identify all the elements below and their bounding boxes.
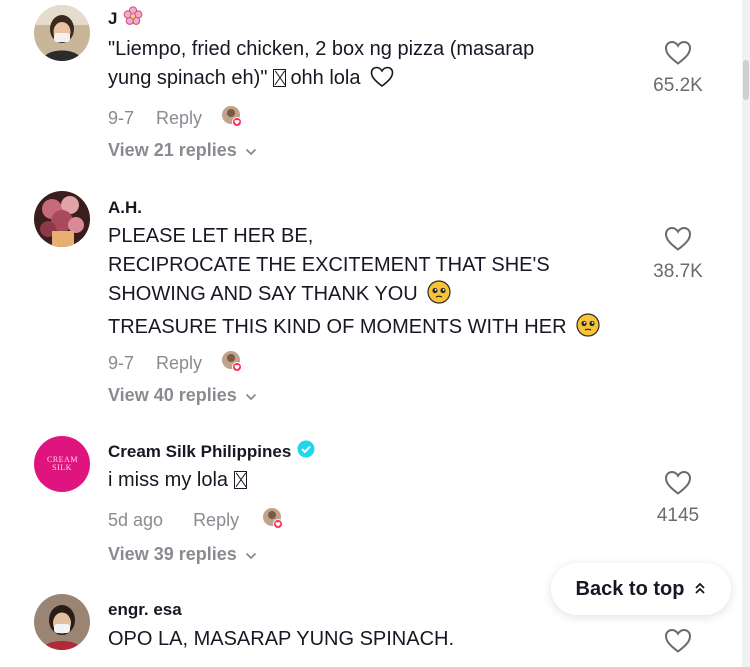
creator-liked-icon bbox=[220, 349, 244, 378]
back-to-top-label[interactable]: Back to top bbox=[576, 578, 685, 601]
like-control[interactable] bbox=[633, 628, 723, 659]
creator-liked-icon bbox=[220, 104, 244, 133]
comment-text: "Liempo, fried chicken, 2 box ng pizza (… bbox=[108, 35, 534, 97]
like-control[interactable]: 65.2K bbox=[633, 40, 723, 97]
scrollbar[interactable] bbox=[742, 0, 750, 667]
like-count: 65.2K bbox=[653, 75, 703, 96]
comment-text: OPO LA, MASARAP YUNG SPINACH. bbox=[108, 628, 455, 650]
pleading-face-icon bbox=[427, 280, 451, 313]
creator-liked-icon bbox=[261, 506, 285, 535]
avatar[interactable] bbox=[34, 5, 90, 61]
heart-outline-icon bbox=[370, 66, 394, 97]
heart-icon[interactable] bbox=[664, 226, 692, 256]
scrollbar-thumb[interactable] bbox=[743, 60, 749, 100]
avatar[interactable] bbox=[34, 594, 90, 650]
missing-glyph-icon bbox=[234, 471, 248, 489]
heart-icon[interactable] bbox=[664, 470, 692, 500]
username[interactable]: engr. esa bbox=[108, 600, 182, 620]
pleading-face-icon bbox=[576, 313, 600, 346]
back-to-top-button[interactable]: Back to top bbox=[551, 563, 731, 615]
chevron-down-icon bbox=[245, 140, 257, 161]
like-count: 38.7K bbox=[653, 261, 703, 282]
reply-button[interactable]: Reply bbox=[156, 108, 202, 129]
comment-date: 9-7 bbox=[108, 108, 135, 128]
comment-meta: 5d ago Reply bbox=[108, 506, 285, 535]
like-control[interactable]: 4145 bbox=[633, 470, 723, 527]
reply-button[interactable]: Reply bbox=[156, 353, 202, 374]
missing-glyph-icon bbox=[273, 69, 287, 87]
comment-meta: 9-7 Reply bbox=[108, 349, 244, 378]
comment-text: i miss my lola bbox=[108, 466, 251, 495]
chevron-down-icon bbox=[245, 385, 257, 406]
heart-icon[interactable] bbox=[664, 40, 692, 70]
like-control[interactable]: 38.7K bbox=[633, 226, 723, 283]
verified-badge-icon bbox=[297, 440, 315, 463]
heart-icon[interactable] bbox=[664, 628, 692, 658]
avatar[interactable]: CREAM SILK bbox=[34, 436, 90, 492]
reply-button[interactable]: Reply bbox=[193, 510, 239, 531]
username[interactable]: Cream Silk Philippines bbox=[108, 440, 315, 463]
chevron-down-icon bbox=[245, 544, 257, 565]
double-chevron-up-icon bbox=[694, 578, 706, 601]
view-replies-button[interactable]: View 21 replies bbox=[108, 140, 257, 161]
view-replies-button[interactable]: View 39 replies bbox=[108, 544, 257, 565]
username[interactable]: J bbox=[108, 6, 143, 31]
view-replies-button[interactable]: View 40 replies bbox=[108, 385, 257, 406]
username[interactable]: A.H. bbox=[108, 198, 142, 218]
comment-date: 9-7 bbox=[108, 353, 135, 373]
avatar-brand-text: CREAM SILK bbox=[47, 455, 78, 472]
comment-date: 5d ago bbox=[108, 510, 164, 530]
comment-text: PLEASE LET HER BE, RECIPROCATE THE EXCIT… bbox=[108, 222, 600, 346]
like-count: 4145 bbox=[656, 505, 700, 526]
avatar[interactable] bbox=[34, 191, 90, 247]
flower-icon bbox=[123, 6, 143, 31]
comment-meta: 9-7 Reply bbox=[108, 104, 244, 133]
